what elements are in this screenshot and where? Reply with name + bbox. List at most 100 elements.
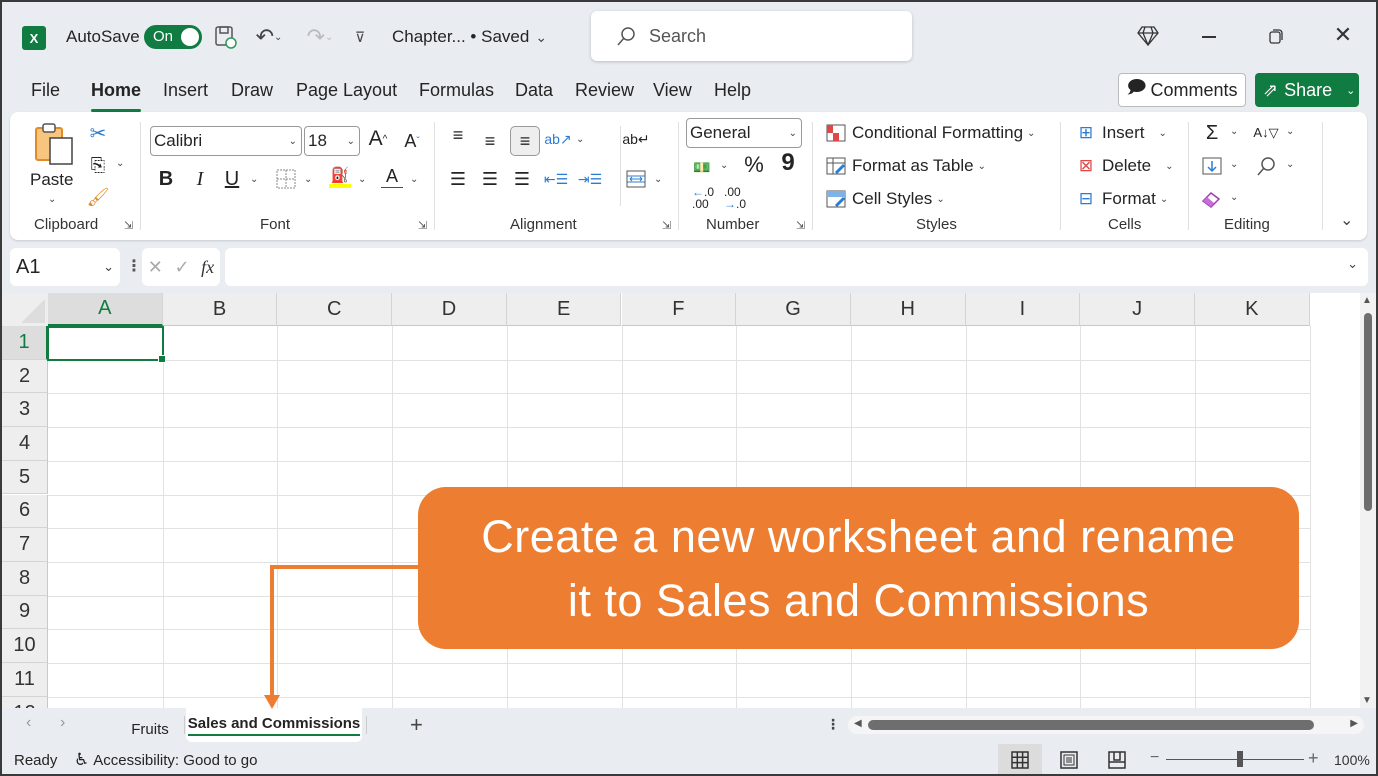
save-icon[interactable]	[214, 24, 238, 50]
sheet-tab-fruits[interactable]: Fruits	[120, 712, 180, 746]
column-header-d[interactable]: D	[392, 293, 507, 326]
page-break-view-button[interactable]	[1108, 751, 1126, 773]
row-header-9[interactable]: 9	[2, 595, 48, 630]
increase-indent-icon[interactable]: ⇥☰	[578, 168, 602, 190]
underline-button[interactable]: U	[220, 168, 244, 190]
borders-icon[interactable]	[274, 168, 298, 190]
row-header-11[interactable]: 11	[2, 663, 48, 697]
tab-formulas[interactable]: Formulas	[419, 80, 494, 108]
insert-cells-button[interactable]: ⊞ Insert ⌄	[1074, 122, 1167, 144]
format-painter-icon[interactable]: 🖌	[86, 186, 110, 208]
comma-style-button[interactable]: 9	[776, 149, 800, 176]
chevron-down-icon[interactable]: ⌄	[1286, 159, 1294, 170]
top-align-icon[interactable]: ≡	[446, 124, 470, 146]
align-right-icon[interactable]: ☰	[510, 168, 534, 190]
copy-icon[interactable]: ⎘	[86, 154, 110, 176]
align-center-icon[interactable]: ☰	[478, 168, 502, 190]
tab-review[interactable]: Review	[575, 80, 634, 108]
chevron-down-icon[interactable]: ⌄	[654, 174, 662, 185]
tab-insert[interactable]: Insert	[163, 80, 208, 108]
row-header-8[interactable]: 8	[2, 561, 48, 596]
document-title[interactable]: Chapter... • Saved ⌄	[392, 27, 547, 47]
fill-icon[interactable]	[1200, 155, 1224, 177]
column-header-a[interactable]: A	[48, 293, 163, 326]
formula-input[interactable]: ⌄	[225, 248, 1368, 286]
conditional-formatting-button[interactable]: Conditional Formatting ⌄	[824, 122, 1035, 144]
tab-page-layout[interactable]: Page Layout	[296, 80, 397, 108]
column-header-k[interactable]: K	[1195, 293, 1310, 326]
row-header-3[interactable]: 3	[2, 393, 48, 428]
format-as-table-button[interactable]: Format as Table ⌄	[824, 155, 986, 177]
zoom-in-button[interactable]: +	[1308, 748, 1319, 769]
font-name-select[interactable]: Calibri ⌄	[150, 126, 302, 156]
cut-icon[interactable]: ✂	[86, 122, 110, 145]
row-header-2[interactable]: 2	[2, 359, 48, 394]
row-header-4[interactable]: 4	[2, 427, 48, 461]
increase-font-size-button[interactable]: A ^	[366, 127, 390, 150]
column-header-c[interactable]: C	[277, 293, 393, 326]
diamond-icon[interactable]	[1136, 24, 1160, 48]
format-cells-button[interactable]: ⊟ Format ⌄	[1074, 188, 1168, 210]
bottom-align-icon[interactable]: ≡	[510, 126, 540, 156]
sheet-tab-sales-and-commissions[interactable]: Sales and Commissions	[186, 708, 362, 742]
bold-button[interactable]: B	[154, 168, 178, 190]
row-header-12[interactable]: 12	[2, 696, 48, 708]
clear-icon[interactable]	[1200, 188, 1224, 210]
orientation-icon[interactable]: ab↗	[544, 128, 571, 150]
enter-icon[interactable]: ✓	[174, 257, 189, 278]
zoom-out-button[interactable]: −	[1150, 749, 1159, 767]
paste-button[interactable]	[34, 122, 76, 171]
more-options-icon[interactable]: ⋮	[126, 256, 142, 276]
row-header-5[interactable]: 5	[2, 460, 48, 495]
align-left-icon[interactable]: ☰	[446, 168, 470, 190]
scroll-down-icon[interactable]: ▼	[1362, 695, 1372, 706]
chevron-down-icon[interactable]: ⌄	[720, 160, 728, 171]
next-sheet-icon[interactable]: ›	[60, 714, 65, 732]
undo-button[interactable]: ↶ ⌄	[249, 24, 289, 50]
autosum-icon[interactable]: Σ	[1200, 122, 1224, 144]
tab-help[interactable]: Help	[714, 80, 751, 108]
name-box[interactable]: A1 ⌄	[10, 248, 120, 286]
middle-align-icon[interactable]: ≡	[478, 130, 502, 152]
find-select-icon[interactable]	[1254, 155, 1278, 177]
redo-button[interactable]: ↷ ⌄	[300, 24, 340, 50]
insert-function-button[interactable]: fx	[201, 257, 214, 278]
chevron-down-icon[interactable]: ⌄	[250, 174, 258, 185]
column-header-i[interactable]: I	[965, 293, 1081, 326]
vertical-scroll-thumb[interactable]	[1364, 313, 1372, 511]
dialog-launcher-icon[interactable]: ⇲	[796, 219, 805, 232]
increase-decimal-button[interactable]: ←.0.00	[692, 186, 716, 210]
search-box[interactable]: Search	[591, 11, 912, 61]
zoom-slider-thumb[interactable]	[1237, 751, 1243, 767]
wrap-text-icon[interactable]: ab↵	[622, 128, 649, 150]
scroll-up-icon[interactable]: ▲	[1362, 295, 1372, 306]
tab-home[interactable]: Home	[91, 80, 142, 112]
column-header-g[interactable]: G	[736, 293, 851, 326]
column-header-j[interactable]: J	[1080, 293, 1195, 326]
restore-icon[interactable]	[1266, 26, 1286, 46]
decrease-indent-icon[interactable]: ⇤☰	[544, 168, 568, 190]
italic-button[interactable]: I	[188, 168, 212, 190]
horizontal-scroll-thumb[interactable]	[868, 720, 1314, 730]
cell-styles-button[interactable]: Cell Styles ⌄	[824, 188, 945, 210]
dialog-launcher-icon[interactable]: ⇲	[124, 219, 133, 232]
chevron-down-icon[interactable]: ⌄	[116, 158, 124, 169]
zoom-level[interactable]: 100%	[1334, 752, 1370, 768]
cancel-icon[interactable]: ✕	[148, 257, 163, 278]
scroll-left-icon[interactable]: ◀	[854, 718, 862, 729]
chevron-down-icon[interactable]: ⌄	[304, 174, 312, 185]
horizontal-scrollbar[interactable]: ◀ ▶	[848, 716, 1364, 734]
sort-filter-icon[interactable]: A↓▽	[1253, 122, 1278, 144]
normal-view-button[interactable]	[998, 744, 1042, 774]
font-color-button[interactable]: A	[380, 166, 404, 188]
column-header-f[interactable]: F	[621, 293, 737, 326]
collapse-ribbon-icon[interactable]: ⌄	[1340, 210, 1353, 230]
previous-sheet-icon[interactable]: ‹	[26, 714, 31, 732]
dialog-launcher-icon[interactable]: ⇲	[418, 219, 427, 232]
paste-label[interactable]: Paste	[30, 170, 73, 190]
expand-formula-bar-icon[interactable]: ⌄	[1347, 256, 1358, 272]
column-header-e[interactable]: E	[506, 293, 622, 326]
number-format-select[interactable]: General ⌄	[686, 118, 802, 148]
chevron-down-icon[interactable]: ⌄	[1230, 192, 1238, 203]
vertical-scrollbar[interactable]: ▲ ▼	[1360, 293, 1376, 708]
